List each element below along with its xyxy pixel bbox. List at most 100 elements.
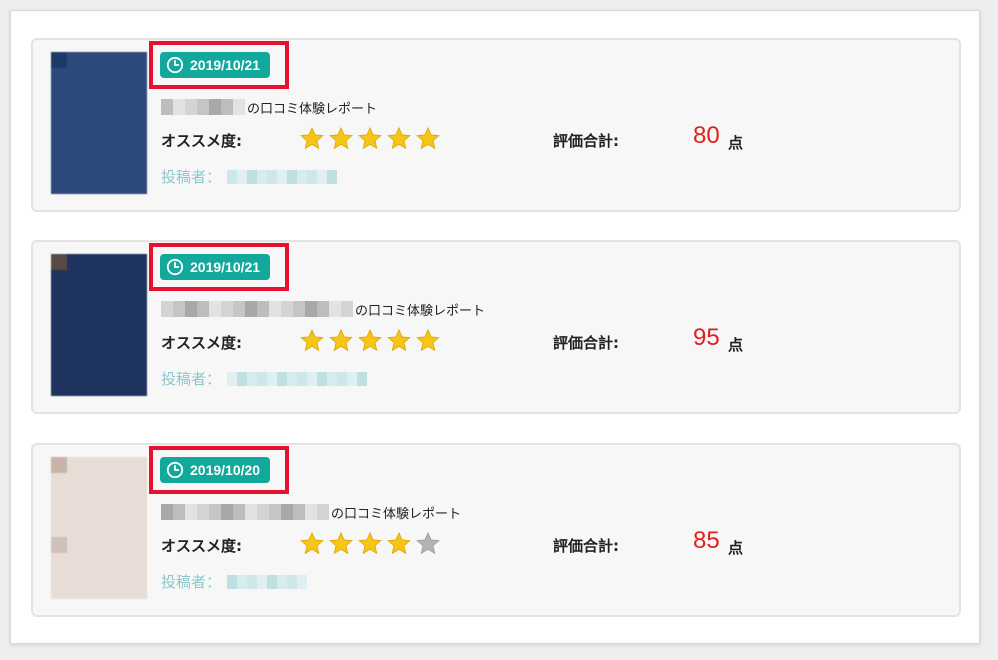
thumbnail-pixel — [115, 84, 131, 100]
thumbnail-pixel — [99, 553, 115, 569]
blurred-poster-name — [227, 371, 368, 386]
thumbnail-pixel — [131, 505, 147, 521]
thumbnail-pixel — [131, 132, 147, 148]
thumbnail-pixel — [99, 505, 115, 521]
thumbnail-pixel — [83, 585, 99, 599]
blurred-poster-block — [287, 574, 298, 589]
blurred-poster-block — [277, 169, 288, 184]
thumbnail-pixel — [131, 52, 147, 68]
thumbnail-pixel — [115, 521, 131, 537]
thumbnail-pixel — [83, 84, 99, 100]
star-icon — [358, 126, 382, 150]
blurred-name-block — [197, 99, 209, 115]
date-badge: 2019/10/21 — [160, 52, 271, 78]
thumbnail-pixel — [51, 254, 67, 270]
blurred-poster-block — [227, 169, 238, 184]
recommend-label: オススメ度: — [161, 132, 242, 150]
thumbnail-pixel — [99, 270, 115, 286]
thumbnail-pixel — [67, 521, 83, 537]
thumbnail-pixel — [83, 318, 99, 334]
review-title[interactable]: の口コミ体験レポート — [161, 503, 461, 522]
review-thumbnail[interactable] — [51, 254, 147, 396]
thumbnail-pixel — [67, 537, 83, 553]
score-label: 評価合計: — [553, 537, 619, 555]
thumbnail-pixel — [131, 537, 147, 553]
thumbnail-pixel — [83, 521, 99, 537]
thumbnail-pixel — [51, 68, 67, 84]
thumbnail-pixel — [51, 537, 67, 553]
thumbnail-pixel — [67, 270, 83, 286]
blurred-name-block — [209, 99, 221, 115]
thumbnail-pixel — [131, 473, 147, 489]
thumbnail-pixel — [83, 473, 99, 489]
blurred-poster-block — [297, 371, 308, 386]
thumbnail-pixel — [131, 116, 147, 132]
thumbnail-pixel — [131, 585, 147, 599]
review-title[interactable]: の口コミ体験レポート — [161, 300, 485, 319]
blurred-name-block — [305, 504, 317, 520]
thumbnail-pixel — [83, 366, 99, 382]
thumbnail-pixel — [131, 84, 147, 100]
star-icon — [416, 328, 440, 352]
thumbnail-pixel — [131, 270, 147, 286]
thumbnail-pixel — [67, 489, 83, 505]
thumbnail-pixel — [83, 148, 99, 164]
thumbnail-pixel — [99, 521, 115, 537]
thumbnail-pixel — [67, 366, 83, 382]
star-icon — [329, 126, 353, 150]
thumbnail-pixel — [67, 84, 83, 100]
blurred-name-block — [293, 301, 305, 317]
thumbnail-pixel — [83, 505, 99, 521]
thumbnail-pixel — [51, 84, 67, 100]
thumbnail-pixel — [99, 180, 115, 194]
clock-icon — [166, 56, 184, 74]
thumbnail-pixel — [99, 148, 115, 164]
thumbnail-pixel — [67, 286, 83, 302]
thumbnail-pixel — [51, 116, 67, 132]
score-unit: 点 — [728, 336, 744, 354]
thumbnail-pixel — [51, 505, 67, 521]
thumbnail-pixel — [51, 286, 67, 302]
thumbnail-pixel — [99, 302, 115, 318]
thumbnail-pixel — [83, 52, 99, 68]
blurred-name-block — [293, 504, 305, 520]
thumbnail-pixel — [83, 116, 99, 132]
thumbnail-pixel — [131, 302, 147, 318]
blurred-name-block — [329, 301, 341, 317]
review-card[interactable]: 2019/10/21 の口コミ体験レポート オススメ度: 評価合計: 80 点 … — [31, 38, 961, 212]
thumbnail-pixel — [115, 270, 131, 286]
thumbnail-pixel — [131, 366, 147, 382]
star-icon — [416, 531, 440, 555]
review-title-suffix: の口コミ体験レポート — [247, 101, 378, 117]
blurred-poster-block — [227, 371, 238, 386]
thumbnail-pixel — [99, 366, 115, 382]
blurred-poster-block — [317, 371, 328, 386]
star-rating — [299, 531, 444, 557]
thumbnail-pixel — [99, 318, 115, 334]
review-title[interactable]: の口コミ体験レポート — [161, 98, 378, 117]
review-card[interactable]: 2019/10/21 の口コミ体験レポート オススメ度: 評価合計: 95 点 … — [31, 240, 961, 414]
recommend-label: オススメ度: — [161, 537, 242, 555]
thumbnail-pixel — [115, 366, 131, 382]
thumbnail-pixel — [51, 164, 67, 180]
review-card[interactable]: 2019/10/20 の口コミ体験レポート オススメ度: 評価合計: 85 点 … — [31, 443, 961, 617]
thumbnail-pixel — [67, 254, 83, 270]
blurred-name-block — [173, 99, 185, 115]
thumbnail-pixel — [51, 457, 67, 473]
blurred-name-block — [233, 504, 245, 520]
blurred-poster-block — [247, 371, 258, 386]
thumbnail-pixel — [99, 254, 115, 270]
score-label: 評価合計: — [553, 132, 619, 150]
blurred-poster-block — [237, 169, 248, 184]
review-thumbnail[interactable] — [51, 52, 147, 194]
thumbnail-pixel — [83, 68, 99, 84]
thumbnail-pixel — [83, 164, 99, 180]
blurred-poster-block — [337, 371, 348, 386]
review-thumbnail[interactable] — [51, 457, 147, 599]
blurred-name-block — [185, 301, 197, 317]
thumbnail-pixel — [115, 569, 131, 585]
poster-info: 投稿者： — [161, 368, 368, 389]
thumbnail-pixel — [99, 473, 115, 489]
blurred-poster-name — [227, 574, 308, 589]
thumbnail-pixel — [131, 254, 147, 270]
